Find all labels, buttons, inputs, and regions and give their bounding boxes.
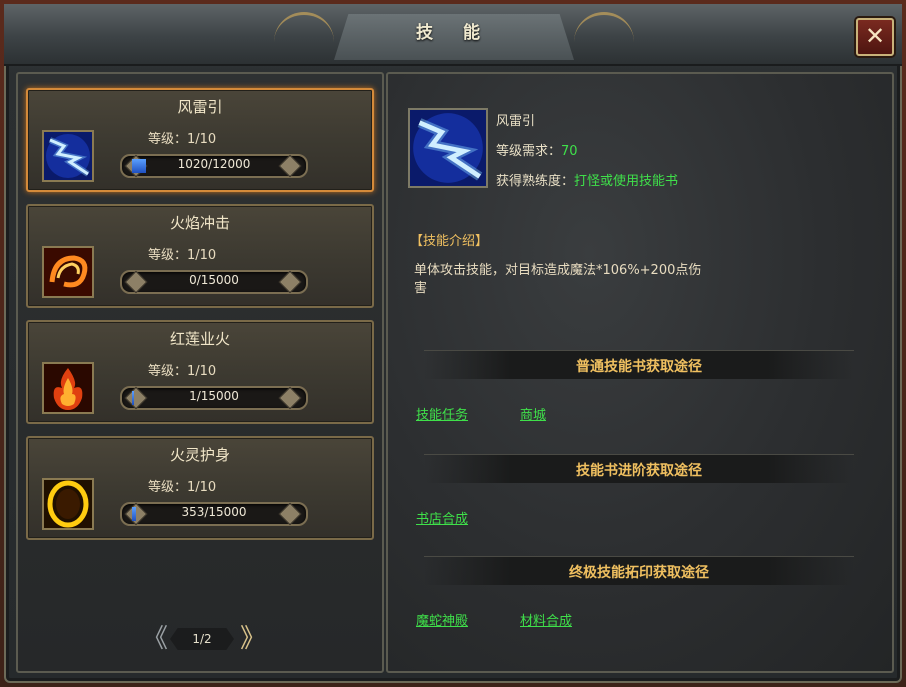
link-mall[interactable]: 商城 bbox=[520, 404, 546, 423]
fire-ring-icon bbox=[42, 478, 94, 530]
proficiency-text: 1020/12000 bbox=[177, 157, 251, 171]
detail-skill-name: 风雷引 bbox=[496, 114, 536, 129]
skill-name: 风雷引 bbox=[177, 98, 223, 116]
close-icon: ✕ bbox=[864, 22, 886, 50]
window-frame: 技 能 ✕ 风雷引 等级：1/10 1020/12000 火焰冲击 等级：1/1… bbox=[4, 4, 902, 683]
req-value: 70 bbox=[561, 144, 578, 159]
skill-card-honglianyehuo[interactable]: 红莲业火 等级：1/10 1/15000 bbox=[26, 320, 374, 424]
link-skill-quest[interactable]: 技能任务 bbox=[416, 404, 468, 423]
section-header: 普通技能书获取途径 bbox=[424, 350, 854, 379]
req-label: 等级需求： bbox=[496, 144, 562, 159]
page-indicator: 1/2 bbox=[170, 628, 234, 650]
proficiency-source: 获得熟练度：打怪或使用技能书 bbox=[496, 170, 678, 189]
section-title: 普通技能书获取途径 bbox=[576, 359, 702, 375]
proficiency-bar: 0/15000 bbox=[120, 270, 308, 294]
link-bookstore-synthesis[interactable]: 书店合成 bbox=[416, 508, 468, 527]
skill-card-huolinghushen[interactable]: 火灵护身 等级：1/10 353/15000 bbox=[26, 436, 374, 540]
proficiency-bar: 1020/12000 bbox=[120, 154, 308, 178]
skill-level: 等级：1/10 bbox=[148, 480, 217, 495]
exp-label: 获得熟练度： bbox=[496, 174, 575, 189]
proficiency-bar: 353/15000 bbox=[120, 502, 308, 526]
intro-title: 【技能介绍】 bbox=[410, 234, 489, 249]
skill-list-panel: 风雷引 等级：1/10 1020/12000 火焰冲击 等级：1/10 0/15… bbox=[16, 72, 384, 673]
proficiency-text: 0/15000 bbox=[189, 273, 239, 287]
level-requirement: 等级需求：70 bbox=[496, 140, 578, 159]
skill-name: 红莲业火 bbox=[169, 330, 230, 348]
proficiency-text: 353/15000 bbox=[181, 505, 247, 519]
skill-card-huoyanchongji[interactable]: 火焰冲击 等级：1/10 0/15000 bbox=[26, 204, 374, 308]
skill-description: 单体攻击技能，对目标造成魔法*106%+200点伤害 bbox=[414, 263, 702, 296]
section-title: 终极技能拓印获取途径 bbox=[569, 565, 709, 581]
skill-detail-panel: 风雷引 等级需求：70 获得熟练度：打怪或使用技能书 【技能介绍】 单体攻击技能… bbox=[386, 72, 894, 673]
section-title: 技能书进阶获取途径 bbox=[576, 463, 702, 479]
close-button[interactable]: ✕ bbox=[856, 18, 894, 56]
exp-value: 打怪或使用技能书 bbox=[574, 174, 679, 189]
title-bar[interactable]: 技 能 ✕ bbox=[4, 4, 902, 66]
skill-level: 等级：1/10 bbox=[148, 248, 217, 263]
ornament-right bbox=[574, 12, 634, 59]
pager: 《 1/2 》 bbox=[138, 624, 268, 654]
skill-name: 火焰冲击 bbox=[169, 214, 230, 232]
lightning-icon bbox=[42, 130, 94, 182]
proficiency-text: 1/15000 bbox=[189, 389, 239, 403]
ornament-left bbox=[274, 12, 334, 59]
fire-swirl-icon bbox=[42, 246, 94, 298]
link-snake-temple[interactable]: 魔蛇神殿 bbox=[416, 610, 468, 629]
link-material-synthesis[interactable]: 材料合成 bbox=[520, 610, 572, 629]
proficiency-bar: 1/15000 bbox=[120, 386, 308, 410]
next-page-button[interactable]: 》 bbox=[236, 624, 270, 654]
prev-page-button[interactable]: 《 bbox=[138, 624, 172, 654]
skill-name: 火灵护身 bbox=[169, 446, 230, 464]
skill-level: 等级：1/10 bbox=[148, 132, 217, 147]
section-header: 终极技能拓印获取途径 bbox=[424, 556, 854, 585]
flame-burst-icon bbox=[42, 362, 94, 414]
window-title: 技 能 bbox=[416, 23, 492, 43]
section-header: 技能书进阶获取途径 bbox=[424, 454, 854, 483]
skill-window: 技 能 ✕ 风雷引 等级：1/10 1020/12000 火焰冲击 等级：1/1… bbox=[0, 0, 906, 687]
lightning-icon bbox=[408, 108, 488, 188]
skill-card-fengleiyin[interactable]: 风雷引 等级：1/10 1020/12000 bbox=[26, 88, 374, 192]
skill-level: 等级：1/10 bbox=[148, 364, 217, 379]
